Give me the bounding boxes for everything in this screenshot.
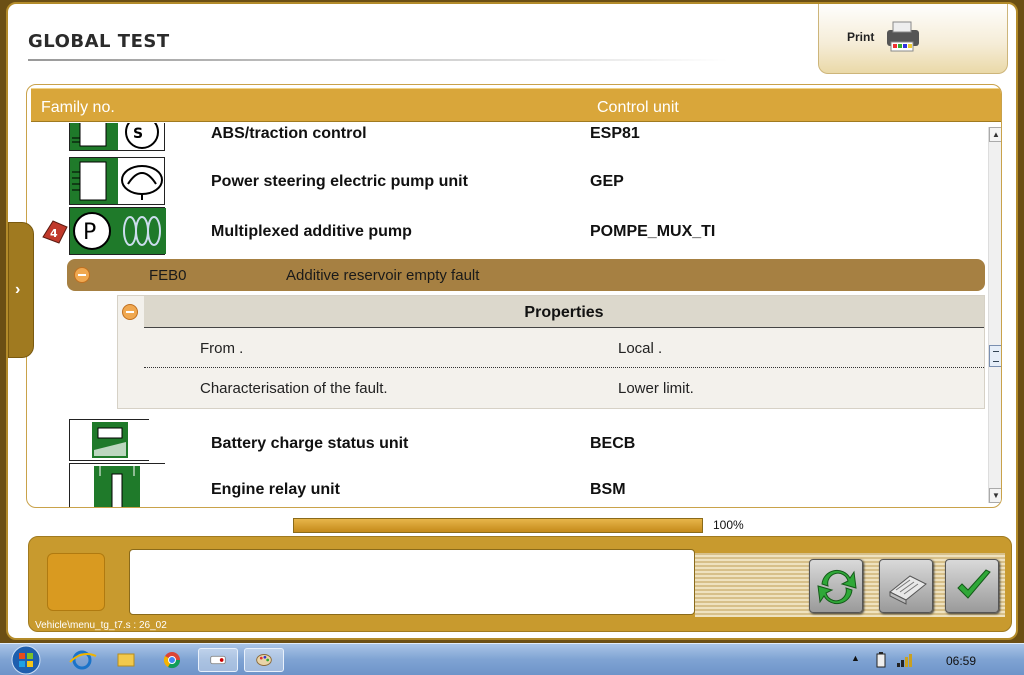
properties-panel: Properties From . Local . Characterisati… [117, 295, 985, 409]
scroll-down-button[interactable]: ▼ [989, 488, 1001, 503]
table-row[interactable]: 4 P Multiplexed additive pump POMPE_MUX_… [27, 207, 987, 257]
table-row[interactable]: Engine relay unit BSM [27, 463, 987, 507]
progress-label: 100% [713, 518, 744, 532]
paint-icon[interactable] [244, 648, 284, 672]
ecu-name: ABS/traction control [211, 125, 367, 142]
print-report-button[interactable] [879, 559, 933, 613]
steering-icon [118, 158, 166, 204]
svg-text:4: 4 [50, 227, 58, 240]
collapse-icon[interactable] [74, 267, 90, 283]
page-title: GLOBAL TEST [28, 31, 170, 52]
property-row: Characterisation of the fault. Lower lim… [144, 368, 984, 408]
start-button[interactable] [6, 644, 46, 675]
collapse-icon[interactable] [122, 304, 138, 320]
ecu-code: POMPE_MUX_TI [590, 223, 716, 240]
table-row[interactable]: Power steering electric pump unit GEP [27, 157, 987, 207]
internet-explorer-icon[interactable] [62, 648, 102, 672]
fault-code: FEB0 [149, 267, 187, 284]
validate-button[interactable] [945, 559, 999, 613]
printer-icon[interactable] [881, 18, 925, 54]
status-path: Vehicle\menu_tg_t7.s : 26_02 [35, 620, 167, 631]
diagnostic-app-icon[interactable] [198, 648, 238, 672]
ecu-name: Power steering electric pump unit [211, 173, 468, 190]
ecu-family-icon [69, 157, 165, 205]
column-header-family[interactable]: Family no. [41, 99, 115, 117]
table-row[interactable]: S ABS/traction control ESP81 [27, 123, 987, 153]
property-row: From . Local . [144, 328, 984, 368]
relay-icon [70, 464, 166, 507]
checkmark-icon [957, 569, 991, 599]
property-key: Characterisation of the fault. [200, 380, 388, 397]
bottom-panel: Vehicle\menu_tg_t7.s : 26_02 [28, 536, 1012, 632]
svg-text:S: S [133, 126, 143, 142]
progress-bar [293, 518, 703, 533]
side-panel-toggle[interactable]: › [8, 222, 34, 358]
app-frame: GLOBAL TEST Print Family no. Control uni… [0, 0, 1024, 643]
property-value: Local . [618, 340, 663, 357]
network-signal-icon[interactable] [896, 652, 914, 668]
property-key: From . [200, 340, 244, 357]
column-header-control-unit[interactable]: Control unit [597, 99, 679, 117]
battery-icon [70, 420, 150, 460]
status-indicator [47, 553, 105, 611]
fault-row[interactable]: FEB0 Additive reservoir empty fault [67, 259, 985, 291]
ecu-code: BSM [590, 481, 626, 498]
taskbar-clock[interactable]: 06:59 [946, 654, 976, 668]
table-row[interactable]: Battery charge status unit BECB [27, 419, 987, 469]
parking-icon: P [70, 208, 118, 254]
chevron-right-icon: › [15, 281, 21, 298]
table-rows: S ABS/traction control ESP81 Power steer… [27, 123, 987, 507]
ecu-family-icon: S [69, 123, 165, 151]
module-icon [70, 158, 118, 204]
ecu-code: GEP [590, 173, 624, 190]
ecu-family-icon: P [69, 207, 166, 255]
vertical-scrollbar[interactable]: ▲ ▼ [988, 127, 1001, 503]
print-panel[interactable]: Print [818, 4, 1008, 74]
svg-text:P: P [83, 220, 96, 245]
properties-title: Properties [524, 304, 604, 321]
warning-badge-icon: 4 [42, 220, 68, 244]
tray-expand-icon[interactable]: ▲ [851, 653, 860, 663]
pump-coil-icon [118, 208, 166, 254]
ecu-code: ESP81 [590, 125, 640, 142]
ecu-family-icon [69, 463, 166, 507]
refresh-icon [817, 569, 857, 605]
app-window: GLOBAL TEST Print Family no. Control uni… [6, 2, 1018, 640]
ecu-name: Multiplexed additive pump [211, 223, 412, 240]
ecu-family-icon [69, 419, 150, 461]
file-explorer-icon[interactable] [106, 648, 146, 672]
progress-fill [294, 519, 702, 532]
fault-description: Additive reservoir empty fault [286, 267, 480, 284]
taskbar: ▲ 06:59 [0, 643, 1024, 675]
module-icon [70, 123, 118, 150]
title-divider [28, 59, 728, 61]
table-header: Family no. Control unit [31, 88, 1001, 122]
scroll-thumb[interactable] [989, 345, 1001, 367]
abs-icon: S [118, 123, 166, 150]
refresh-button[interactable] [809, 559, 863, 613]
scroll-up-button[interactable]: ▲ [989, 127, 1001, 142]
ecu-name: Engine relay unit [211, 481, 340, 498]
ecu-table: Family no. Control unit S ABS/traction c… [26, 84, 1002, 508]
property-value: Lower limit. [618, 380, 694, 397]
battery-tray-icon[interactable] [874, 652, 888, 668]
ecu-name: Battery charge status unit [211, 435, 409, 452]
document-print-icon [889, 575, 927, 605]
chrome-icon[interactable] [152, 648, 192, 672]
message-box [129, 549, 695, 615]
print-label[interactable]: Print [847, 30, 874, 44]
ecu-code: BECB [590, 435, 636, 452]
